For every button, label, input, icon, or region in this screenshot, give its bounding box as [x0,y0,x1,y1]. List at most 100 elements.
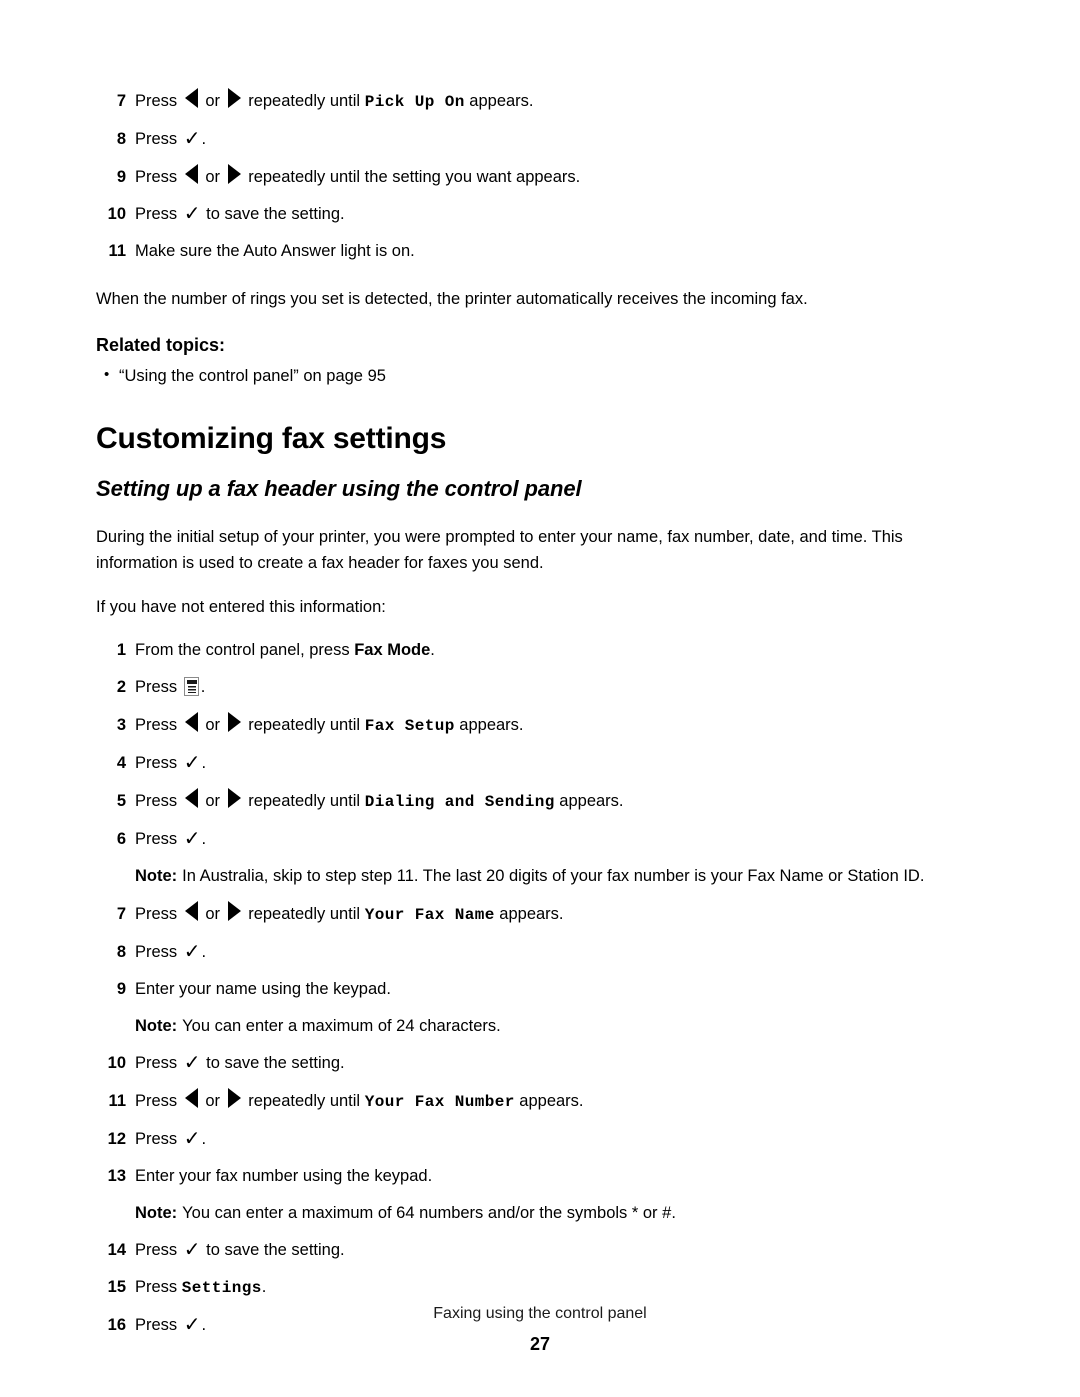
step-text: Press ✓ to save the setting. [135,201,345,225]
step-text: From the control panel, press Fax Mode. [135,641,435,659]
step-text: Press . [135,677,206,696]
display-text: Pick Up On [364,93,465,111]
step-item: 11 Make sure the Auto Answer light is on. [96,239,984,263]
step-number: 6 [116,830,126,848]
section-paragraph-2: If you have not entered this information… [96,598,386,616]
display-text: Fax Setup [364,717,455,735]
step-item: 9 Press or repeatedly until the setting y… [96,164,984,189]
step-number: 11 [108,242,126,260]
display-text: Dialing and Sending [364,793,555,811]
step-text: Press ✓. [135,750,207,774]
step-number: 9 [116,168,126,186]
or-label: or [200,716,225,734]
step-text: Press ✓. [135,1126,207,1150]
step-number: 12 [107,1130,126,1148]
related-topic-link[interactable]: “Using the control panel” on page 95 [96,363,984,388]
related-topics-heading: Related topics: [96,335,226,355]
step-text: Enter your name using the keypad. [135,980,391,998]
left-arrow-icon [184,712,198,732]
right-arrow-icon [227,88,241,108]
step-number: 7 [116,905,126,923]
note-after-step-6: Note: In Australia, skip to step step 11… [135,864,984,888]
button-label: Fax Mode [354,641,431,659]
step-number: 1 [116,641,126,659]
step-text: Press ✓ to save the setting. [135,1050,345,1074]
step-number: 10 [107,205,126,223]
step-number: 13 [107,1167,126,1185]
display-text: Your Fax Number [364,1093,515,1111]
related-topics-list: “Using the control panel” on page 95 [96,363,984,388]
right-arrow-icon [227,164,241,184]
step-item: 10 Press ✓ to save the setting. [96,1051,984,1075]
step-text: Press Settings. [135,1278,267,1297]
step-number: 2 [116,678,126,696]
step-text: Press or repeatedly until Your Fax Name … [135,901,984,927]
steps-list-top: 7 Press or repeatedly until Pick Up On ap… [96,88,984,263]
step-item: 12 Press ✓. [96,1127,984,1151]
right-arrow-icon [227,712,241,732]
or-label: or [200,792,225,810]
footer-title: Faxing using the control panel [433,1305,647,1322]
step-text: Press ✓. [135,826,207,850]
display-text: Your Fax Name [364,906,495,924]
note-text: You can enter a maximum of 24 characters… [182,1017,501,1035]
page-footer: Faxing using the control panel 27 [0,1303,1080,1355]
or-label: or [200,92,225,110]
step-text: Press or repeatedly until Dialing and Se… [135,788,984,814]
step-text: Press or repeatedly until the setting yo… [135,164,984,189]
step-number: 5 [116,792,126,810]
left-arrow-icon [184,164,198,184]
step-number: 4 [116,754,126,772]
note-after-step-13: Note: You can enter a maximum of 64 numb… [135,1201,984,1225]
left-arrow-icon [184,88,198,108]
section-paragraph-1: During the initial setup of your printer… [96,528,903,572]
step-number: 3 [116,716,126,734]
steps-list-10-13: 10 Press ✓ to save the setting. 11 Press or… [96,1051,984,1188]
step-text: Press ✓. [135,126,207,150]
step-text: Press or repeatedly until Fax Setup appe… [135,712,984,738]
step-number: 14 [107,1241,126,1259]
step-text: Press or repeatedly until Pick Up On app… [135,88,984,114]
step-item: 9 Enter your name using the keypad. [96,977,984,1001]
left-arrow-icon [184,788,198,808]
menu-icon [183,677,199,696]
step-item: 5 Press or repeatedly until Dialing and S… [96,788,984,814]
note-label: Note: [135,1017,178,1035]
footer-page-number: 27 [529,1334,551,1354]
note-after-step-9: Note: You can enter a maximum of 24 char… [135,1014,984,1038]
step-number: 10 [107,1054,126,1072]
step-text: Press or repeatedly until Your Fax Numbe… [135,1088,984,1114]
step-item: 15 Press Settings. [96,1275,984,1300]
document-page: 7 Press or repeatedly until Pick Up On ap… [0,0,1080,1397]
step-item: 13 Enter your fax number using the keypad… [96,1164,984,1188]
right-arrow-icon [227,788,241,808]
step-number: 9 [116,980,126,998]
note-text: In Australia, skip to step step 11. The … [182,867,925,885]
step-item: 6 Press ✓. [96,827,984,851]
or-label: or [200,168,225,186]
step-item: 3 Press or repeatedly until Fax Setup app… [96,712,984,738]
step-item: 4 Press ✓. [96,751,984,775]
step-item: 1 From the control panel, press Fax Mode. [96,638,984,662]
step-item: 10 Press ✓ to save the setting. [96,202,984,226]
right-arrow-icon [227,1088,241,1108]
left-arrow-icon [184,1088,198,1108]
step-number: 15 [107,1278,126,1296]
step-item: 7 Press or repeatedly until Pick Up On ap… [96,88,984,114]
step-item: 7 Press or repeatedly until Your Fax Name… [96,901,984,927]
section-subtitle: Setting up a fax header using the contro… [96,476,582,501]
note-text: You can enter a maximum of 64 numbers an… [182,1204,676,1222]
step-number: 8 [116,943,126,961]
step-number: 7 [116,92,126,110]
right-arrow-icon [227,901,241,921]
steps-list-1-6: 1 From the control panel, press Fax Mode.… [96,638,984,851]
step-text: Press ✓ to save the setting. [135,1237,345,1261]
or-label: or [200,905,225,923]
step-number: 8 [116,130,126,148]
step-text: Make sure the Auto Answer light is on. [135,242,415,260]
step-text: Press ✓. [135,939,207,963]
page-title: Customizing fax settings [96,422,447,455]
